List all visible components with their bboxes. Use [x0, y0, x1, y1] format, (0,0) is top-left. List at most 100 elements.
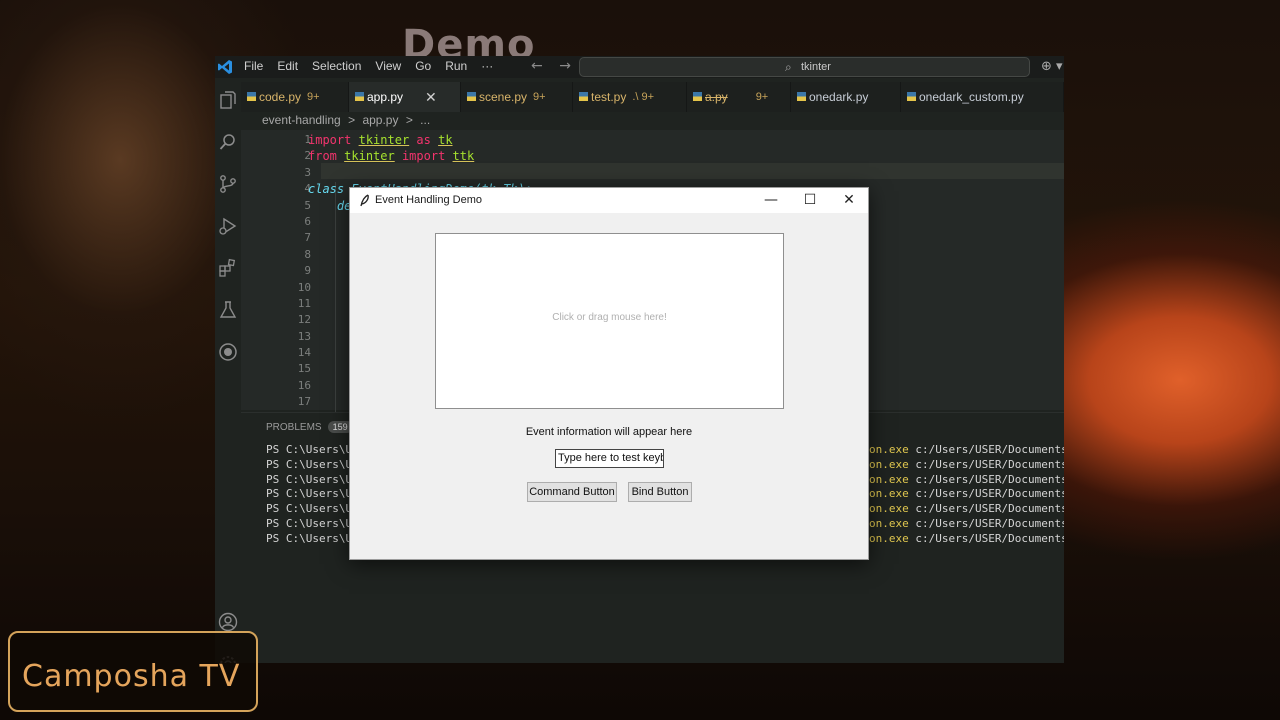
terminal-path: c:/Users/USER/Documents/py	[915, 487, 1064, 501]
search-icon: ⌕	[785, 60, 792, 74]
menu-more[interactable]: ···	[481, 59, 493, 73]
terminal-line: PS C:\Users\US	[266, 443, 359, 456]
terminal-line-tail: on.exe c:/Users/USER/Documents/py	[869, 458, 1064, 473]
breadcrumb-separator: >	[405, 113, 413, 127]
menu-view[interactable]: View	[375, 59, 401, 73]
tab-onedark-py[interactable]: onedark.py	[791, 82, 901, 112]
module-name: tkinter	[344, 149, 395, 164]
menu-run[interactable]: Run	[445, 59, 467, 73]
testing-flask-icon[interactable]	[218, 300, 238, 320]
command-button[interactable]: Command Button	[527, 482, 617, 502]
line-number: 5	[304, 198, 311, 212]
python-file-icon	[355, 92, 364, 101]
menu-bar: File Edit Selection View Go Run ···	[244, 59, 507, 73]
terminal-line: PS C:\Users\US	[266, 457, 359, 471]
menu-file[interactable]: File	[244, 59, 263, 73]
menu-selection[interactable]: Selection	[312, 59, 361, 73]
tab-label: a.py	[705, 90, 728, 104]
editor-tabs: code.py 9+ app.py ✕ scene.py 9+ test.py …	[241, 82, 1064, 112]
python-file-icon	[247, 92, 256, 101]
module-name: tkinter	[358, 133, 410, 147]
terminal-exe: on.exe	[869, 502, 909, 516]
tab-test-py[interactable]: test.py .\ 9+	[573, 82, 687, 112]
run-debug-icon[interactable]	[218, 216, 238, 236]
keyword: as	[416, 133, 431, 147]
line-number: 14	[297, 346, 311, 360]
terminal-line-tail: on.exe c:/Users/USER/Documents/py	[869, 487, 1064, 502]
command-center-search[interactable]: ⌕ tkinter	[579, 57, 1030, 77]
close-button[interactable]: ✕	[834, 191, 864, 209]
bind-button[interactable]: Bind Button	[628, 482, 692, 502]
breadcrumb-symbol[interactable]: ...	[420, 113, 430, 127]
terminal-line: PS C:\Users\US	[266, 487, 359, 501]
tab-app-py[interactable]: app.py ✕	[349, 82, 461, 112]
terminal-exe: on.exe	[869, 443, 909, 456]
python-file-icon	[579, 92, 588, 101]
terminal-line: PS C:\Users\US	[266, 531, 359, 545]
tab-label: onedark_custom.py	[919, 90, 1024, 104]
extensions-icon[interactable]	[218, 258, 238, 278]
keyboard-test-entry[interactable]: Type here to test keybc	[555, 449, 664, 468]
line-number: 17	[297, 395, 311, 409]
module-alias: tk	[438, 133, 453, 147]
explorer-icon[interactable]	[218, 90, 238, 110]
python-file-icon	[467, 92, 476, 101]
breadcrumb-folder[interactable]: event-handling	[262, 113, 341, 127]
tk-titlebar[interactable]: Event Handling Demo — ☐ ✕	[350, 188, 868, 213]
vscode-titlebar: File Edit Selection View Go Run ··· ← → …	[215, 56, 1064, 78]
terminal-path: c:/Users/USER/Documents/py	[915, 516, 1064, 530]
menu-go[interactable]: Go	[415, 59, 431, 73]
tab-onedark-custom-py[interactable]: onedark_custom.py	[901, 82, 1064, 112]
minimize-button[interactable]: —	[756, 191, 786, 209]
account-icon[interactable]	[218, 612, 238, 632]
tab-label: code.py	[259, 90, 302, 104]
terminal-line-tail: on.exe c:/Users/USER/Documents/py	[869, 502, 1064, 517]
terminal-line-tail: on.exe c:/Users/USER/Documents/py	[869, 532, 1064, 547]
mouse-event-canvas[interactable]: Click or drag mouse here!	[435, 233, 784, 409]
tab-problem-badge: 9+	[755, 91, 769, 103]
terminal-path: c:/Users/USER/Documents/py	[915, 472, 1064, 486]
tab-a-py[interactable]: a.py 9+	[687, 82, 791, 112]
forward-arrow-icon[interactable]: →	[559, 58, 571, 74]
activity-bar: 1	[215, 78, 241, 663]
maximize-button[interactable]: ☐	[795, 191, 825, 209]
line-number: 2	[304, 149, 311, 163]
line-number: 4	[304, 182, 311, 196]
tk-feather-icon	[360, 194, 369, 207]
canvas-hint-text: Click or drag mouse here!	[552, 312, 667, 323]
breadcrumb-file[interactable]: app.py	[362, 113, 398, 127]
search-sidebar-icon[interactable]	[218, 132, 238, 152]
line-number: 3	[304, 165, 311, 179]
terminal-output-right: on.exe c:/Users/USER/Documents/pyon.exe …	[869, 443, 1064, 547]
python-file-icon	[907, 92, 916, 101]
terminal-exe: on.exe	[869, 457, 909, 471]
terminal-output[interactable]: PS C:\Users\US PS C:\Users\US PS C:\Users\…	[266, 443, 359, 547]
terminal-path: c:/Users/USER/Documents/py	[915, 457, 1064, 471]
line-number: 12	[297, 313, 311, 327]
terminal-path: c:/Users/USER/Documents/py	[915, 443, 1064, 456]
module-name: ttk	[452, 149, 475, 164]
terminal-exe: on.exe	[869, 516, 909, 530]
keyword: class	[308, 182, 345, 197]
back-arrow-icon[interactable]: ←	[531, 58, 543, 74]
copilot-icon[interactable]: ⊕ ▾	[1041, 59, 1063, 74]
source-control-icon[interactable]	[218, 174, 238, 194]
python-file-icon	[797, 92, 806, 101]
tab-code-py[interactable]: code.py 9+	[241, 82, 349, 112]
tab-problem-badge: 9+	[533, 91, 546, 103]
line-number: 8	[304, 247, 311, 261]
remote-explorer-icon[interactable]	[218, 342, 238, 362]
panel-tab-problems[interactable]: PROBLEMS 159	[266, 421, 353, 433]
close-tab-icon[interactable]: ✕	[425, 89, 437, 106]
line-number: 15	[297, 362, 311, 376]
tab-scene-py[interactable]: scene.py 9+	[461, 82, 573, 112]
terminal-line: PS C:\Users\US	[266, 502, 359, 516]
code-line-1: import tkinter as tk	[308, 132, 532, 148]
menu-edit[interactable]: Edit	[277, 59, 298, 73]
terminal-line-tail: on.exe c:/Users/USER/Documents/py	[869, 517, 1064, 532]
line-number: 10	[297, 280, 311, 294]
keyword: import	[308, 133, 352, 147]
keyword: import	[401, 149, 446, 164]
channel-logo: Camposha TV	[8, 631, 258, 712]
